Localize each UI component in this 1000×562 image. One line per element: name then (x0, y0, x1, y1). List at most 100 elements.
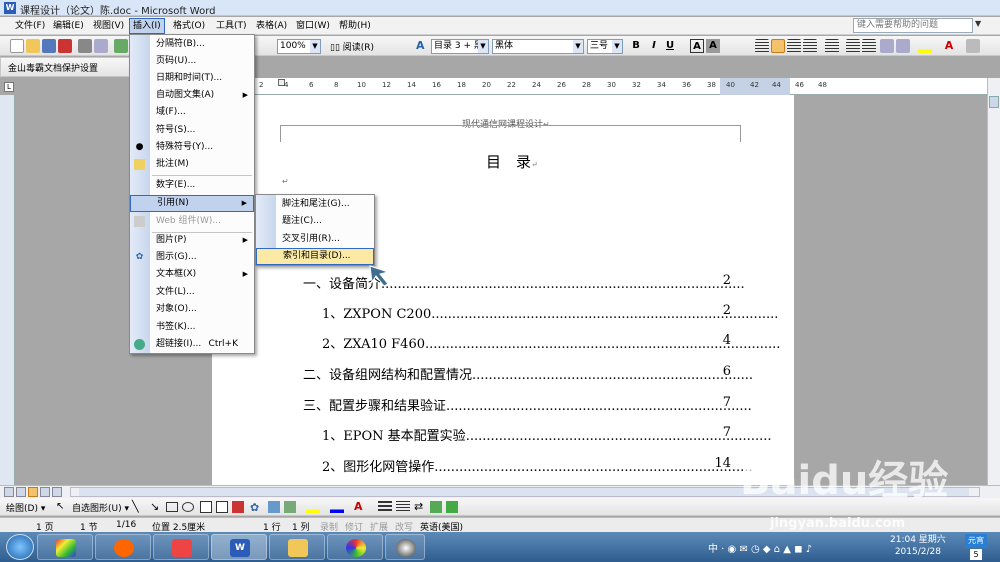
align-right-icon[interactable] (787, 39, 801, 53)
menu-window[interactable]: 窗口(W) (293, 18, 333, 34)
menu-item-cross-reference[interactable]: 交叉引用(R)... (256, 231, 374, 248)
menu-item-break[interactable]: 分隔符(B)... (130, 36, 254, 53)
vertical-scrollbar[interactable] (987, 78, 1000, 485)
menu-item-autotext[interactable]: 自动图文集(A) ▶ (130, 87, 254, 104)
line-style-icon[interactable] (378, 501, 392, 513)
reading-mode-button[interactable]: ▯▯ 阅读(R) (330, 40, 374, 53)
toolbar-options-icon[interactable] (966, 39, 980, 53)
menu-item-number[interactable]: 数字(E)... (130, 177, 254, 194)
clipart-icon[interactable] (268, 501, 280, 513)
fill-color-icon[interactable] (306, 501, 320, 513)
highlight-icon[interactable] (918, 39, 932, 53)
toc-entry[interactable]: 2、图形化网管操作...............................… (322, 456, 752, 475)
3d-style-icon[interactable] (446, 501, 458, 513)
draw-font-color-icon[interactable]: A (354, 500, 363, 513)
spelling-icon[interactable] (114, 39, 128, 53)
taskbar-app-2[interactable] (95, 534, 151, 560)
line-color-icon[interactable] (330, 501, 344, 513)
scrollbar-thumb[interactable] (989, 96, 999, 108)
underline-button[interactable]: U (663, 39, 677, 53)
menu-item-date-time[interactable]: 日期和时间(T)... (130, 70, 254, 87)
menu-help[interactable]: 帮助(H) (336, 18, 374, 34)
vertical-textbox-icon[interactable] (216, 501, 228, 513)
menu-item-text-box[interactable]: 文本框(X) ▶ (130, 266, 254, 283)
save-icon[interactable] (42, 39, 56, 53)
menu-item-picture[interactable]: 图片(P) ▶ (130, 232, 254, 249)
draw-menu-button[interactable]: 绘图(D) ▾ (6, 501, 45, 514)
menu-item-reference[interactable]: 引用(N) ▶ (130, 195, 254, 212)
menu-item-field[interactable]: 域(F)... (130, 104, 254, 121)
rectangle-tool-icon[interactable] (166, 502, 178, 512)
print-view-icon[interactable] (28, 487, 38, 497)
font-color-icon[interactable]: A (942, 39, 956, 53)
oval-tool-icon[interactable] (182, 502, 194, 512)
ime-badge[interactable]: 元宵 (965, 534, 987, 548)
styles-pane-icon[interactable]: A (416, 39, 430, 53)
style-select[interactable]: 目录 3 + 黑 ▼ (431, 39, 489, 54)
wordart-icon[interactable] (232, 501, 244, 513)
numbering-icon[interactable] (846, 39, 860, 53)
menu-item-object[interactable]: 对象(O)... (130, 301, 254, 318)
select-objects-icon[interactable]: ↖ (56, 501, 66, 513)
outline-view-icon[interactable] (40, 487, 50, 497)
diagram-tool-icon[interactable]: ✿ (250, 501, 262, 514)
line-tool-icon[interactable]: ╲ (132, 500, 139, 513)
char-border-button[interactable]: A (690, 39, 704, 53)
ime-indicator[interactable]: 中 (708, 544, 718, 555)
document-page[interactable]: 现代通信网课程设计↵ 目 录↵ ↵ 一、设备简介................… (212, 95, 794, 485)
normal-view-icon[interactable] (4, 487, 14, 497)
menu-edit[interactable]: 编辑(E) (50, 18, 87, 34)
toc-entry[interactable]: 二、设备组网结构和配置情况...........................… (303, 364, 753, 383)
new-document-icon[interactable] (10, 39, 24, 53)
menu-item-footnote[interactable]: 脚注和尾注(G)... (256, 196, 374, 213)
menu-item-special-symbol[interactable]: ● 特殊符号(Y)... (130, 139, 254, 156)
dash-style-icon[interactable] (396, 501, 410, 513)
start-button-icon[interactable] (6, 534, 34, 560)
menu-item-bookmark[interactable]: 书签(K)... (130, 319, 254, 336)
clock[interactable]: 21:04 星期六 2015/2/28 (890, 534, 946, 558)
justify-icon[interactable] (803, 39, 817, 53)
menu-item-file[interactable]: 文件(L)... (130, 284, 254, 301)
bullets-icon[interactable] (862, 39, 876, 53)
kingsoft-protect-button[interactable]: 金山毒霸文档保护设置 (8, 61, 98, 74)
reading-view-icon[interactable] (52, 487, 62, 497)
print-icon[interactable] (78, 39, 92, 53)
char-shading-button[interactable]: A (706, 39, 720, 53)
zoom-select[interactable]: 100% ▼ (277, 39, 321, 54)
font-select[interactable]: 黑体 ▼ (492, 39, 584, 54)
arrow-tool-icon[interactable]: ↘ (150, 500, 159, 513)
menu-tools[interactable]: 工具(T) (213, 18, 250, 34)
bold-button[interactable]: B (629, 39, 643, 53)
menu-view[interactable]: 视图(V) (90, 18, 127, 34)
print-preview-icon[interactable] (94, 39, 108, 53)
menu-table[interactable]: 表格(A) (253, 18, 290, 34)
arrow-style-icon[interactable]: ⇄ (414, 500, 423, 513)
taskbar-app-7[interactable] (385, 534, 425, 560)
shadow-style-icon[interactable] (430, 501, 442, 513)
menu-item-page-numbers[interactable]: 页码(U)... (130, 53, 254, 70)
menu-item-index-and-tables[interactable]: 索引和目录(D)... (256, 248, 374, 265)
taskbar-explorer[interactable] (269, 534, 325, 560)
align-center-icon[interactable] (771, 39, 785, 53)
menu-item-symbol[interactable]: 符号(S)... (130, 122, 254, 139)
taskbar-app-6[interactable] (327, 534, 383, 560)
permission-icon[interactable] (58, 39, 72, 53)
increase-indent-icon[interactable] (896, 39, 910, 53)
taskbar-word[interactable]: W (211, 534, 267, 560)
toc-entry[interactable]: 三、配置步骤和结果验证.............................… (303, 395, 752, 414)
taskbar-app-1[interactable] (37, 534, 93, 560)
menu-item-hyperlink[interactable]: 超链接(I)... Ctrl+K (130, 336, 254, 353)
menu-format[interactable]: 格式(O) (170, 18, 208, 34)
toc-entry[interactable]: 1、ZXPON C200............................… (322, 303, 778, 322)
tab-selector-icon[interactable]: L (4, 82, 14, 92)
taskbar-app-3[interactable] (153, 534, 209, 560)
italic-button[interactable]: I (647, 39, 661, 53)
menu-item-diagram[interactable]: ✿ 图示(G)... (130, 249, 254, 266)
menu-insert[interactable]: 插入(I) (129, 18, 165, 34)
font-size-select[interactable]: 三号 ▼ (587, 39, 623, 54)
menu-file[interactable]: 文件(F) (12, 18, 48, 34)
toc-entry[interactable]: 1、EPON 基本配置实验...........................… (322, 425, 771, 444)
toc-entry[interactable]: 2、ZXA10 F460............................… (322, 333, 780, 352)
menu-item-comment[interactable]: 批注(M) (130, 156, 254, 173)
decrease-indent-icon[interactable] (880, 39, 894, 53)
